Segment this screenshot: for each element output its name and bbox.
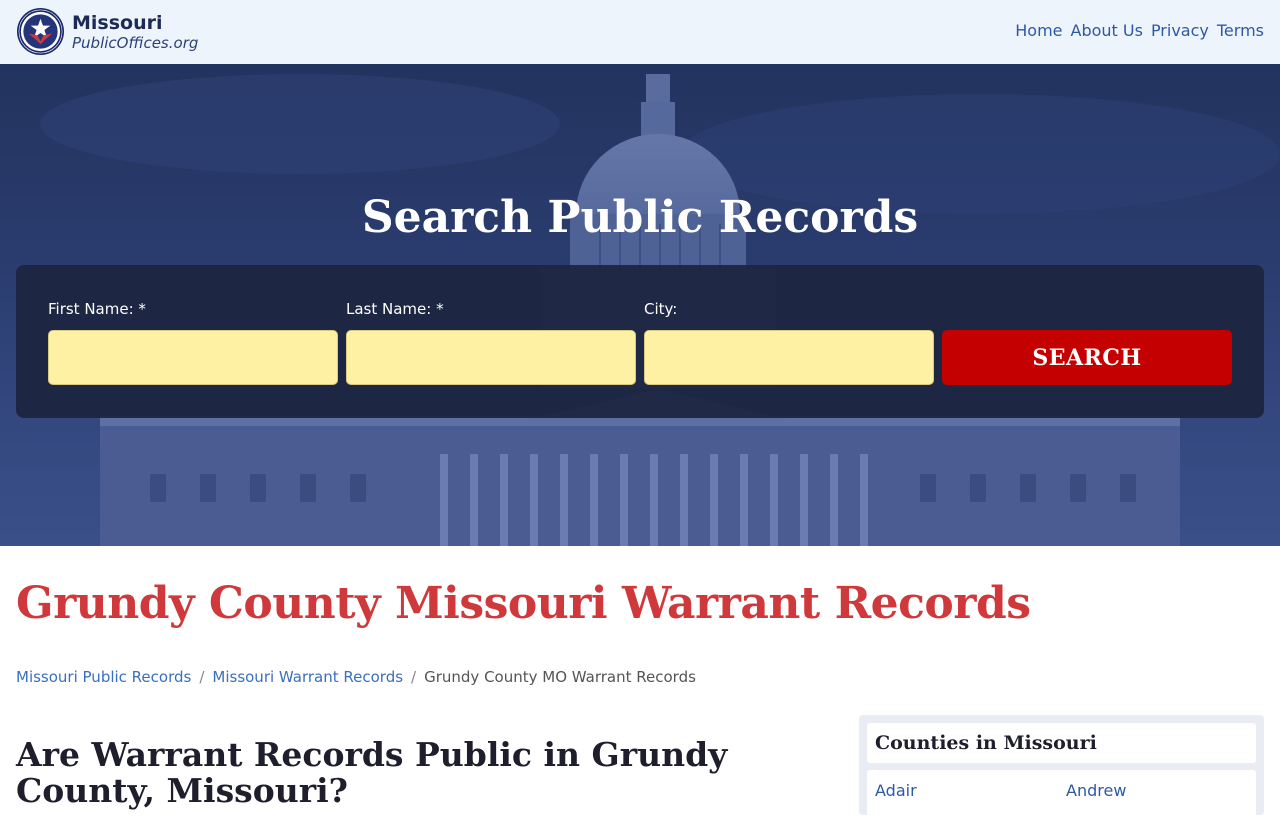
site-header: Missouri PublicOffices.org Home About Us… xyxy=(0,0,1280,64)
first-name-input[interactable] xyxy=(48,330,338,385)
section-heading: Are Warrant Records Public in Grundy Cou… xyxy=(16,735,728,811)
city-label: City: xyxy=(644,300,678,318)
nav-privacy-link[interactable]: Privacy xyxy=(1151,21,1209,40)
county-link-adair[interactable]: Adair xyxy=(875,781,917,800)
breadcrumb-current: Grundy County MO Warrant Records xyxy=(424,668,696,686)
search-button[interactable]: SEARCH xyxy=(942,330,1232,385)
first-name-label: First Name: * xyxy=(48,300,146,318)
breadcrumb-separator: / xyxy=(199,668,205,686)
first-name-group: First Name: * xyxy=(48,300,338,385)
brand-site: PublicOffices.org xyxy=(72,33,199,52)
main-nav: Home About Us Privacy Terms xyxy=(1015,21,1264,40)
nav-terms-link[interactable]: Terms xyxy=(1217,21,1264,40)
county-link-andrew[interactable]: Andrew xyxy=(1066,781,1126,800)
breadcrumb-separator: / xyxy=(411,668,417,686)
sidebar-title: Counties in Missouri xyxy=(875,732,1097,754)
breadcrumb-missouri-public-records[interactable]: Missouri Public Records xyxy=(16,668,191,686)
hero-banner: Search Public Records First Name: * Last… xyxy=(0,64,1280,546)
page-title: Grundy County Missouri Warrant Records xyxy=(16,578,1031,629)
brand-state: Missouri xyxy=(72,11,163,34)
city-input[interactable] xyxy=(644,330,934,385)
city-group: City: xyxy=(644,300,934,385)
logo-text: Missouri PublicOffices.org xyxy=(72,13,198,51)
last-name-group: Last Name: * xyxy=(346,300,636,385)
last-name-label: Last Name: * xyxy=(346,300,444,318)
site-logo-link[interactable]: Missouri PublicOffices.org xyxy=(16,7,198,56)
public-offices-seal-icon xyxy=(16,7,65,56)
hero-title: Search Public Records xyxy=(361,192,919,243)
last-name-input[interactable] xyxy=(346,330,636,385)
nav-about-link[interactable]: About Us xyxy=(1071,21,1143,40)
nav-home-link[interactable]: Home xyxy=(1015,21,1062,40)
breadcrumb: Missouri Public Records / Missouri Warra… xyxy=(16,668,696,686)
search-form: First Name: * Last Name: * City: SEARCH xyxy=(16,265,1264,418)
county-list: Adair Andrew xyxy=(867,770,1256,830)
sidebar-header: Counties in Missouri xyxy=(867,723,1256,763)
counties-sidebar: Counties in Missouri Adair Andrew xyxy=(859,715,1264,830)
breadcrumb-missouri-warrant-records[interactable]: Missouri Warrant Records xyxy=(212,668,403,686)
